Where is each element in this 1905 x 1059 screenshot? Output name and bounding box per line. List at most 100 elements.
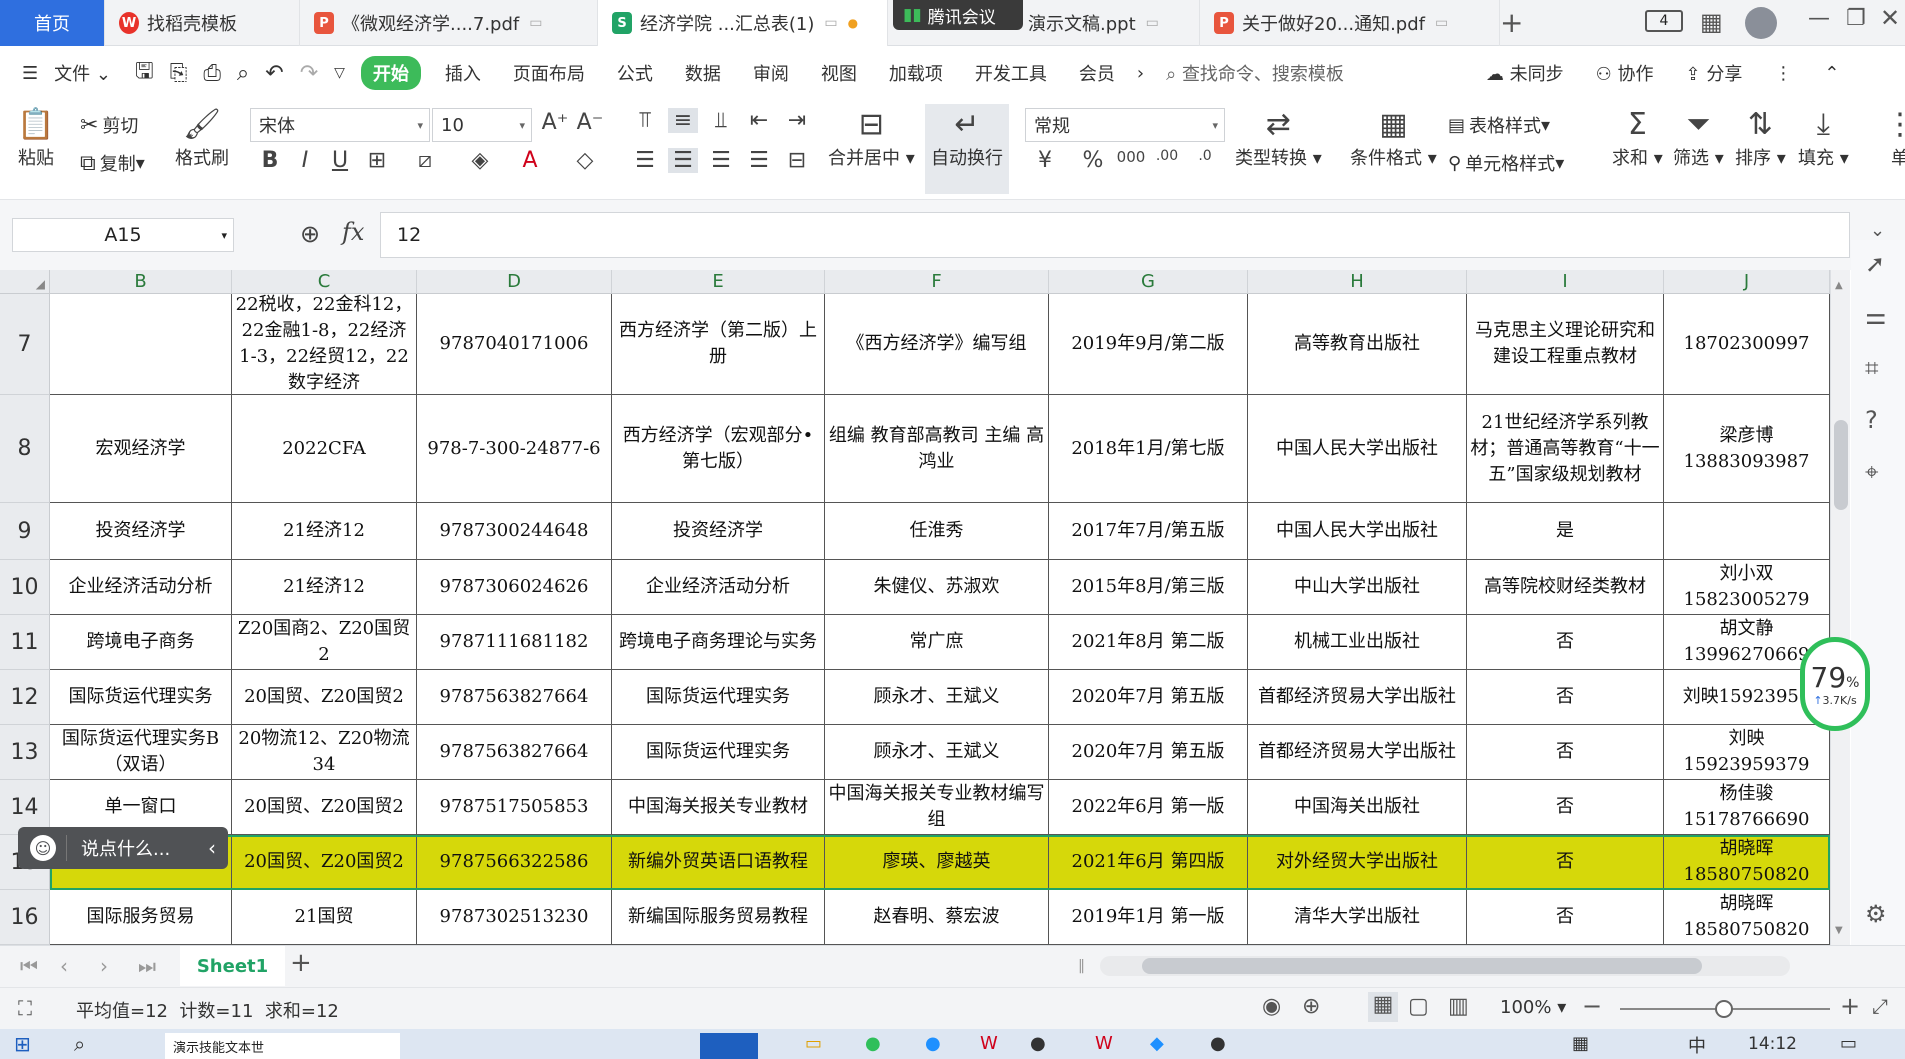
table-cell[interactable]: 是 [1467,503,1664,560]
table-cell[interactable]: 中国人民大学出版社 [1248,503,1467,560]
table-cell[interactable]: 杨佳骏 15178766690 [1664,780,1830,835]
table-cell[interactable]: 中国海关报关专业教材 [612,780,825,835]
taskbar-app-icon[interactable]: ● [865,1033,881,1054]
table-cell[interactable]: 《西方经济学》编写组 [825,294,1049,395]
table-cell[interactable]: 9787111681182 [417,615,612,670]
network-widget[interactable]: 79% ↑3.7K/s [1800,637,1870,731]
location-icon[interactable]: ⌖ [1865,458,1879,486]
table-cell[interactable]: 18702300997 [1664,294,1830,395]
table-style-button[interactable]: ▤ 表格样式 ▾ [1448,112,1550,138]
table-cell[interactable]: 中山大学出版社 [1248,560,1467,615]
table-cell[interactable]: 对外经贸大学出版社 [1248,835,1467,890]
table-cell[interactable]: 20物流12、Z20物流34 [232,725,417,780]
edge-icon[interactable]: ● [925,1033,941,1054]
menu-addins[interactable]: 加载项 [873,60,959,86]
table-cell[interactable]: 投资经济学 [50,503,232,560]
wps-writer-icon[interactable]: W [1095,1033,1113,1054]
underline-icon[interactable]: U [325,148,355,173]
window-count-badge[interactable]: 4 [1645,10,1683,32]
prev-sheet-icon[interactable]: ‹ [60,954,68,978]
font-increase-icon[interactable]: A⁺ [540,110,570,135]
table-cell[interactable]: 2019年1月 第一版 [1049,890,1248,945]
chevron-left-icon[interactable]: ‹ [196,836,228,860]
align-center-icon[interactable]: ☰ [668,148,698,173]
page-layout-view-icon[interactable]: ▢ [1408,994,1429,1019]
undo-icon[interactable]: ↶ [257,61,291,86]
table-cell[interactable]: 中国人民大学出版社 [1248,395,1467,503]
add-sheet-button[interactable]: + [290,948,312,978]
more-ribbon-button[interactable]: ⋮ 单 [1880,104,1905,170]
align-left-icon[interactable]: ☰ [630,148,660,173]
table-cell[interactable]: 9787563827664 [417,670,612,725]
share-button[interactable]: ⇪ 分享 [1670,60,1759,86]
column-header-H[interactable]: H [1248,270,1467,294]
sheet-grid[interactable]: ◢ BCDEFGHIJ 7 22税收，22金科12，22金融1-8，22经济1-3… [0,270,1830,945]
taskbar-search-icon[interactable]: ⌕ [74,1032,85,1056]
scroll-up-icon[interactable]: ▲ [1835,280,1843,291]
tab-home[interactable]: 首页 [0,0,105,46]
export-icon[interactable]: ⎘ [162,61,196,86]
cut-button[interactable]: ✂ 剪切 [80,112,138,138]
table-cell[interactable]: 国际服务贸易 [50,890,232,945]
clear-format-icon[interactable]: ◇ [570,148,600,173]
table-cell[interactable]: 20国贸、Z20国贸2 [232,835,417,890]
table-cell[interactable]: 投资经济学 [612,503,825,560]
macro-record-icon[interactable]: ⛶ [18,996,32,1020]
column-header-J[interactable]: J [1664,270,1830,294]
table-cell[interactable]: 清华大学出版社 [1248,890,1467,945]
taskbar-item-browser[interactable]: 演示技能文本世 [165,1033,400,1059]
menu-view[interactable]: 视图 [805,60,873,86]
row-header[interactable]: 9 [0,503,50,560]
windows-start-icon[interactable]: ⊞ [14,1032,31,1056]
table-cell[interactable]: 2017年7月/第五版 [1049,503,1248,560]
type-convert-button[interactable]: ⇄ 类型转换 ▾ [1235,104,1322,170]
formula-input[interactable]: 12 [380,212,1850,258]
folder-icon[interactable]: ▭ [805,1033,822,1054]
column-header-D[interactable]: D [417,270,612,294]
font-color-icon[interactable]: A [515,148,545,173]
table-cell[interactable]: 宏观经济学 [50,395,232,503]
wrap-text-button[interactable]: ↵ 自动换行 [925,104,1009,194]
table-cell[interactable]: 9787302513230 [417,890,612,945]
tab-window-icon[interactable]: ▭ [529,15,542,31]
table-cell[interactable]: 否 [1467,835,1664,890]
indent-icon[interactable]: ⇥ [782,108,812,133]
table-cell[interactable]: 常广庶 [825,615,1049,670]
currency-icon[interactable]: ¥ [1030,148,1060,173]
menu-member[interactable]: 会员 [1063,60,1131,86]
select-all-corner[interactable]: ◢ [0,270,50,294]
help-icon[interactable]: ? [1865,406,1878,434]
command-search[interactable]: ⌕ 查找命令、搜索模板 [1150,60,1360,86]
align-right-icon[interactable]: ☰ [706,148,736,173]
horizontal-scrollbar[interactable] [1100,956,1790,976]
table-cell[interactable]: 西方经济学（宏观部分•第七版） [612,395,825,503]
menu-file[interactable]: 文件 ⌄ [54,60,127,86]
save-icon[interactable]: 🖫 [127,54,162,92]
table-cell[interactable]: 2018年1月/第七版 [1049,395,1248,503]
fill-color-icon[interactable]: ◈ [465,148,495,173]
align-bottom-icon[interactable]: ⫫ [706,108,736,133]
eye-protection-icon[interactable]: ◉ [1262,994,1281,1019]
copy-button[interactable]: ⧉ 复制 ▾ [80,150,145,176]
table-cell[interactable]: 否 [1467,725,1664,780]
table-cell[interactable]: 22税收，22金科12，22金融1-8，22经济1-3，22经贸12，22数字经… [232,294,417,395]
table-cell[interactable]: 9787300244648 [417,503,612,560]
table-cell[interactable]: 高等教育出版社 [1248,294,1467,395]
tab-window-icon[interactable]: ▭ [1146,15,1159,31]
table-cell[interactable]: 978-7-300-24877-6 [417,395,612,503]
column-header-F[interactable]: F [825,270,1049,294]
outdent-icon[interactable]: ⇤ [744,108,774,133]
tray-network-icon[interactable]: ▦ [1572,1033,1589,1054]
table-cell[interactable]: 国际货运代理实务 [612,670,825,725]
table-cell[interactable]: 国际货运代理实务 [612,725,825,780]
table-cell[interactable]: 新编国际服务贸易教程 [612,890,825,945]
close-icon[interactable]: ✕ [1880,4,1900,32]
menu-insert[interactable]: 插入 [429,60,497,86]
table-cell[interactable]: 9787517505853 [417,780,612,835]
distribute-icon[interactable]: ⊟ [782,148,812,173]
table-cell[interactable]: 2019年9月/第二版 [1049,294,1248,395]
table-cell[interactable]: 中国海关报关专业教材编写组 [825,780,1049,835]
table-cell[interactable]: 跨境电子商务 [50,615,232,670]
normal-view-icon[interactable]: ▦ [1368,992,1398,1022]
justify-icon[interactable]: ☰ [744,148,774,173]
